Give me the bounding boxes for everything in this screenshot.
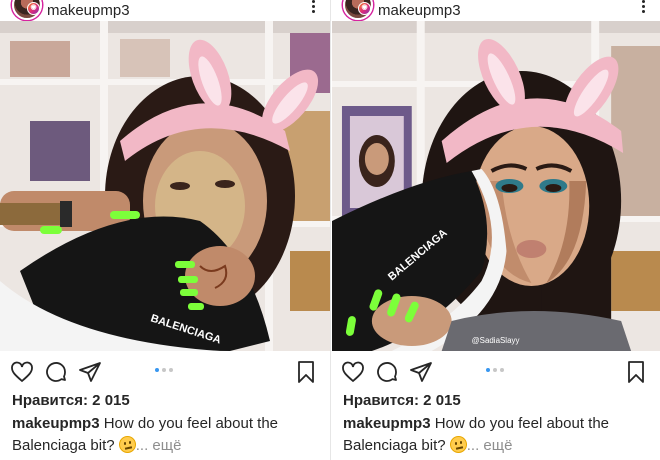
- post-photo[interactable]: BALENCIAGA: [0, 21, 330, 351]
- carousel-dot: [493, 368, 497, 372]
- post-username[interactable]: makeupmp3: [378, 2, 461, 19]
- heart-icon[interactable]: [341, 360, 365, 384]
- share-icon[interactable]: [409, 360, 433, 384]
- post-header: ◉ makeupmp3: [331, 0, 660, 21]
- post-username[interactable]: makeupmp3: [47, 2, 130, 19]
- svg-text:@SadiaSlayy: @SadiaSlayy: [472, 336, 520, 345]
- likes-count[interactable]: Нравится: 2 015: [343, 392, 461, 409]
- post-card-right: ◉ makeupmp3 BALENCIAGA @SadiaSlayy Нрави…: [330, 0, 660, 460]
- heart-icon[interactable]: [10, 360, 34, 384]
- post-actions: [331, 358, 660, 386]
- story-badge-icon: ◉: [27, 2, 40, 15]
- comment-icon[interactable]: [375, 360, 399, 384]
- more-options-icon[interactable]: [640, 0, 646, 14]
- grimace-emoji-icon: [118, 436, 136, 453]
- caption-username[interactable]: makeupmp3: [12, 415, 100, 432]
- photo-illustration: BALENCIAGA @SadiaSlayy: [332, 21, 660, 351]
- carousel-dot: [162, 368, 166, 372]
- post-caption: makeupmp3 How do you feel about the Bale…: [343, 413, 660, 457]
- carousel-dot-active: [486, 368, 490, 372]
- post-header: ◉ makeupmp3: [0, 0, 330, 21]
- grimace-emoji-icon: [449, 436, 467, 453]
- post-card-left: ◉ makeupmp3 BALENCIAGA Нравится: 2 015 m…: [0, 0, 330, 460]
- carousel-indicator: [155, 368, 173, 372]
- more-options-icon[interactable]: [310, 0, 316, 14]
- share-icon[interactable]: [78, 360, 102, 384]
- post-caption: makeupmp3 How do you feel about the Bale…: [12, 413, 330, 457]
- caption-username[interactable]: makeupmp3: [343, 415, 431, 432]
- post-photo[interactable]: BALENCIAGA @SadiaSlayy: [332, 21, 660, 351]
- likes-count[interactable]: Нравится: 2 015: [12, 392, 130, 409]
- carousel-dot: [169, 368, 173, 372]
- post-actions: [0, 358, 330, 386]
- bookmark-icon[interactable]: [294, 360, 318, 384]
- story-badge-icon: ◉: [358, 2, 371, 15]
- comment-icon[interactable]: [44, 360, 68, 384]
- photo-illustration: BALENCIAGA: [0, 21, 330, 351]
- carousel-dot-active: [155, 368, 159, 372]
- bookmark-icon[interactable]: [624, 360, 648, 384]
- caption-more-link[interactable]: ... ещё: [467, 437, 513, 454]
- caption-more-link[interactable]: ... ещё: [136, 437, 182, 454]
- carousel-indicator: [486, 368, 504, 372]
- carousel-dot: [500, 368, 504, 372]
